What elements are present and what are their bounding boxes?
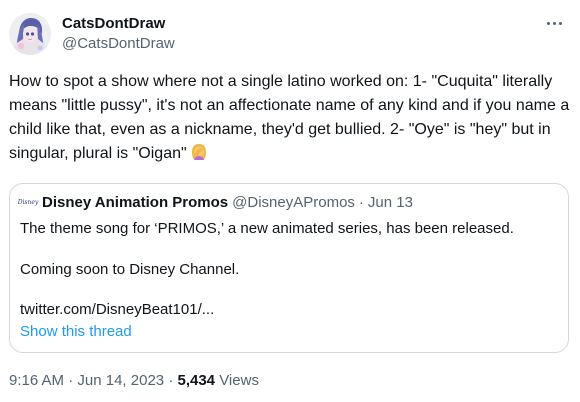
meta-separator: · bbox=[68, 372, 74, 389]
quoted-link[interactable]: twitter.com/DisneyBeat101/... bbox=[20, 300, 214, 320]
more-options-button[interactable] bbox=[540, 12, 568, 34]
tweet-text: How to spot a show where not a single la… bbox=[9, 70, 571, 169]
author-avatar[interactable] bbox=[9, 13, 51, 55]
author-name[interactable]: CatsDontDraw bbox=[62, 14, 165, 34]
tweet-text-content: How to spot a show where not a single la… bbox=[9, 73, 570, 162]
tweet-date[interactable]: Jun 14, 2023 bbox=[77, 372, 164, 389]
more-icon bbox=[558, 21, 562, 25]
quoted-date[interactable]: Jun 13 bbox=[368, 194, 413, 212]
quoted-header: Disney Disney Animation Promos @DisneyAP… bbox=[17, 194, 413, 212]
quoted-separator: · bbox=[358, 194, 364, 211]
author-handle[interactable]: @CatsDontDraw bbox=[62, 34, 175, 54]
views-label: Views bbox=[219, 372, 259, 389]
more-icon bbox=[546, 21, 550, 25]
quoted-author-handle: @DisneyAPromos bbox=[232, 194, 355, 211]
quoted-avatar[interactable]: Disney bbox=[17, 195, 39, 211]
woman-facepalming-emoji-icon bbox=[190, 143, 208, 169]
more-icon bbox=[552, 21, 556, 25]
anime-character-avatar-icon bbox=[9, 13, 51, 55]
views-count: 5,434 bbox=[177, 372, 216, 389]
quoted-text-line: Coming soon to Disney Channel. bbox=[20, 261, 240, 278]
quoted-avatar-logo: Disney bbox=[17, 199, 39, 206]
quoted-author-name[interactable]: Disney Animation Promos bbox=[42, 194, 228, 212]
show-thread-link[interactable]: Show this thread bbox=[20, 322, 132, 342]
tweet-meta: 9:16 AM · Jun 14, 2023 · 5,434 Views bbox=[9, 371, 259, 391]
quoted-tweet[interactable]: Disney Disney Animation Promos @DisneyAP… bbox=[9, 183, 569, 353]
tweet: CatsDontDraw @CatsDontDraw How to spot a… bbox=[0, 0, 580, 402]
tweet-time[interactable]: 9:16 AM bbox=[9, 372, 64, 389]
meta-separator: · bbox=[168, 372, 174, 389]
quoted-text-line: The theme song for ‘PRIMOS,’ a new anima… bbox=[20, 220, 514, 237]
